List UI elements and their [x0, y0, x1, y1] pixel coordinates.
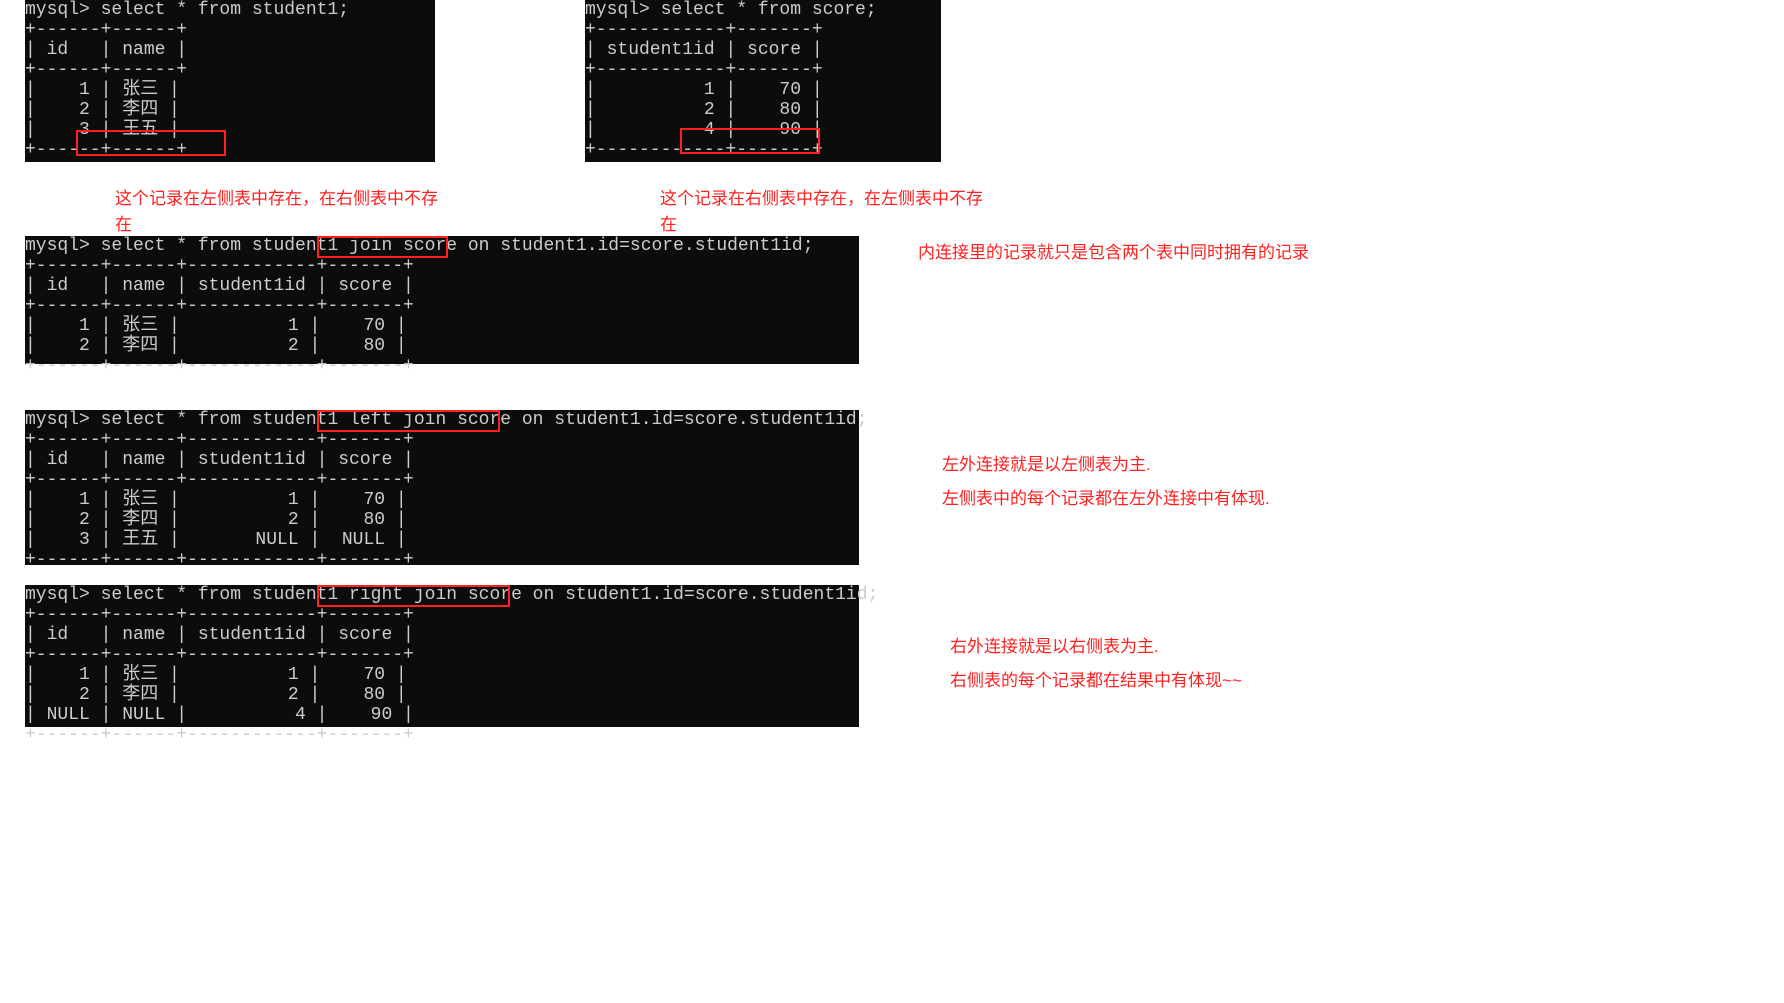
annotation-right-only: 这个记录在右侧表中存在，在左侧表中不存 在: [660, 186, 1000, 237]
annotation-inner-join: 内连接里的记录就只是包含两个表中同时拥有的记录: [918, 240, 1309, 266]
terminal-student1: mysql> select * from student1; +------+-…: [25, 0, 435, 162]
annotation-right-join: 右外连接就是以右侧表为主. 右侧表的每个记录都在结果中有体现~~: [950, 630, 1242, 698]
annotation-left-only: 这个记录在左侧表中存在，在右侧表中不存 在: [115, 186, 455, 237]
terminal-right-join: mysql> select * from student1 right join…: [25, 585, 859, 727]
terminal-inner-join: mysql> select * from student1 join score…: [25, 236, 859, 364]
annotation-left-join: 左外连接就是以左侧表为主. 左侧表中的每个记录都在左外连接中有体现.: [942, 448, 1270, 516]
terminal-score: mysql> select * from score; +-----------…: [585, 0, 941, 162]
terminal-left-join: mysql> select * from student1 left join …: [25, 410, 859, 565]
